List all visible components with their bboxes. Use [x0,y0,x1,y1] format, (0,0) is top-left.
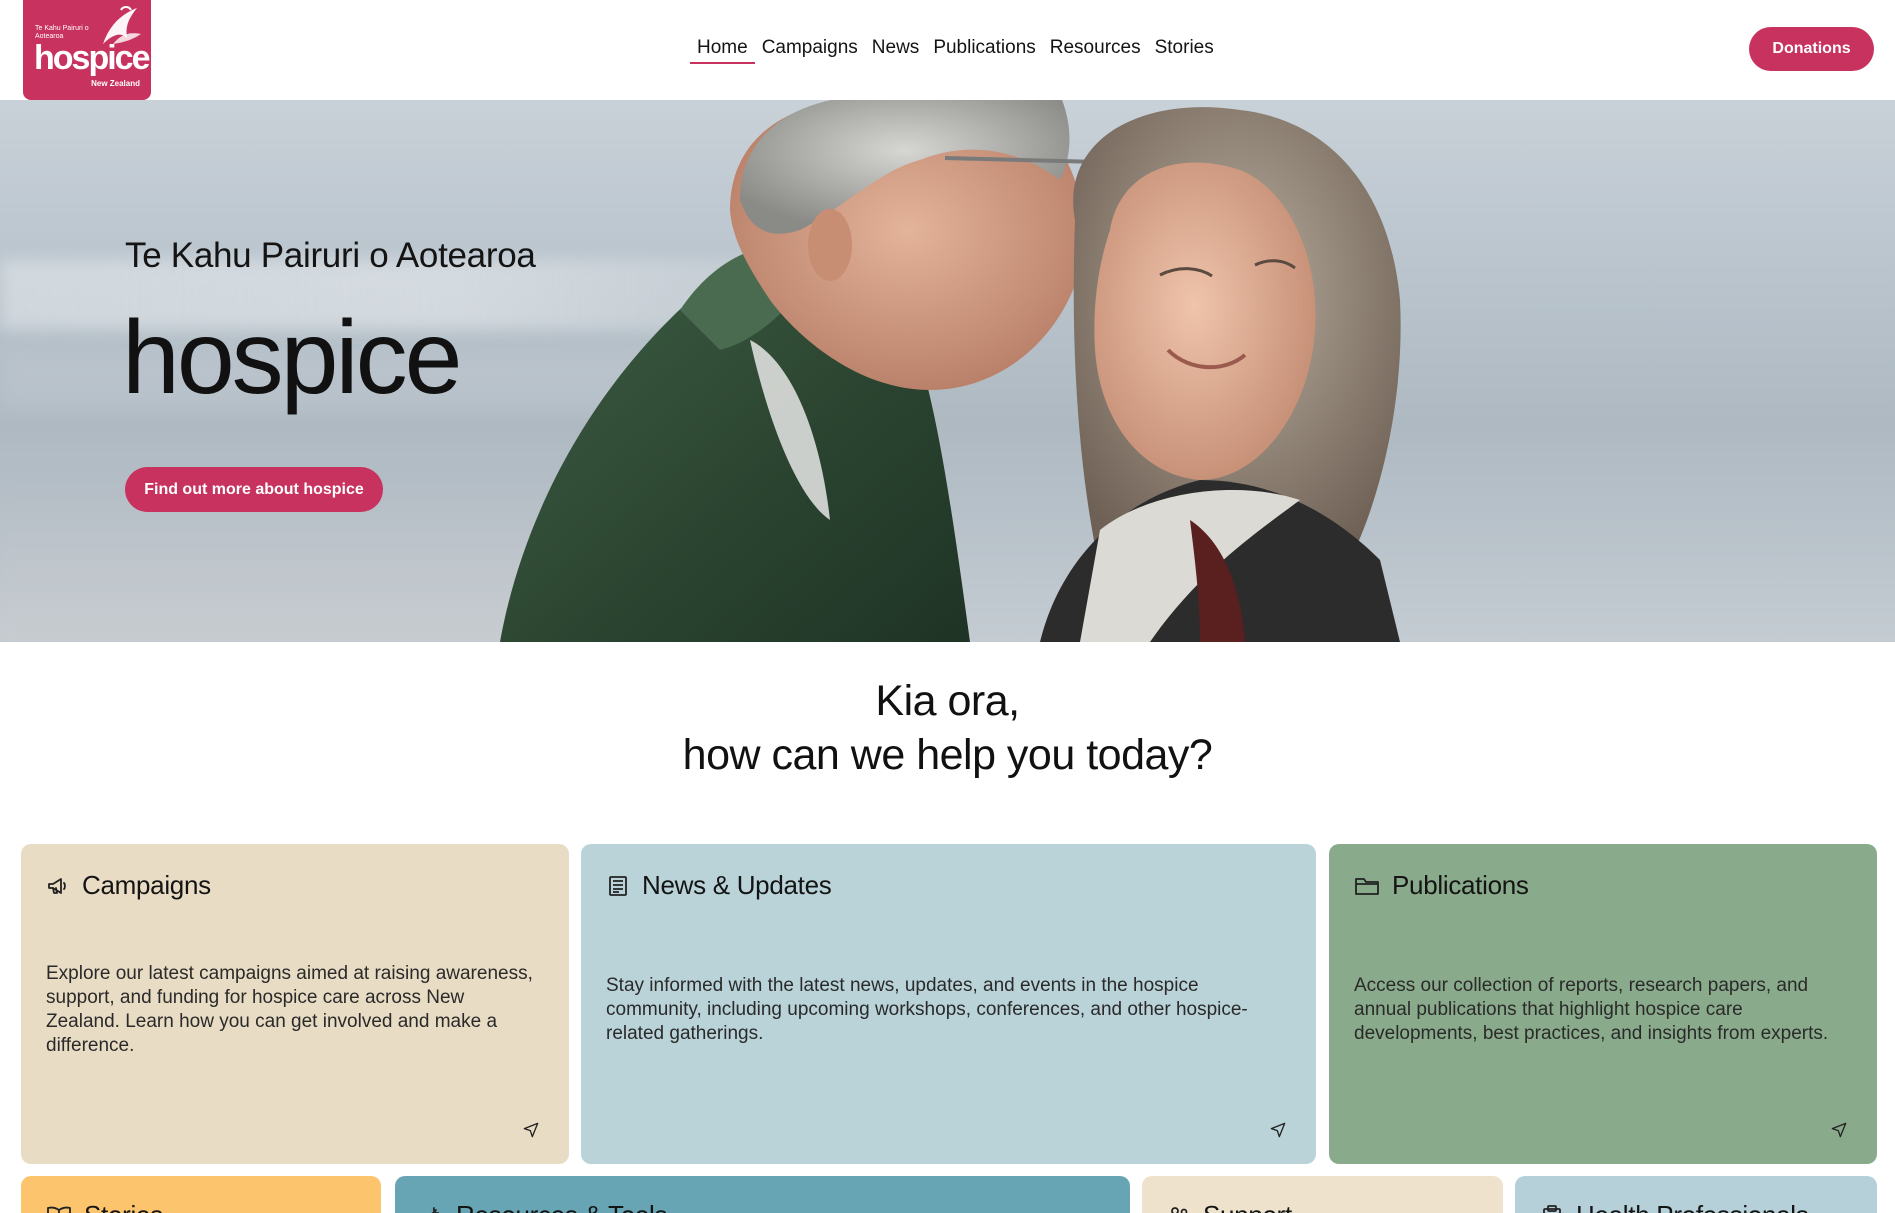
card-campaigns[interactable]: Campaigns Explore our latest campaigns a… [21,844,569,1164]
hero-couple-photo [500,100,1401,642]
folder-icon [1355,877,1379,895]
card-resources-tools[interactable]: Resources & Tools [395,1176,1130,1213]
card-header: Campaigns [46,870,211,901]
card-header: Stories [46,1200,163,1213]
nav-resources[interactable]: Resources [1043,36,1148,64]
card-title: Campaigns [82,870,211,900]
card-title: Health Professionals [1576,1200,1809,1213]
card-support[interactable]: Support [1142,1176,1503,1213]
newspaper-icon [609,875,627,896]
nav-news[interactable]: News [865,36,927,64]
card-health-professionals[interactable]: Health Professionals [1515,1176,1877,1213]
send-arrow-icon[interactable] [523,1122,539,1138]
megaphone-icon [48,877,66,894]
nav-publications[interactable]: Publications [926,36,1042,64]
greeting-line-1: Kia ora, [875,677,1020,725]
card-title: News & Updates [642,870,832,900]
hero-banner: Te Kahu Pairuri o Aotearoa hospice Find … [0,100,1895,642]
send-arrow-icon[interactable] [1270,1122,1286,1138]
card-description: Stay informed with the latest news, upda… [606,975,1248,1044]
people-icon [1171,1206,1188,1213]
greeting-heading: Kia ora, how can we help you today? [0,674,1895,782]
card-title: Publications [1392,870,1529,900]
card-header: Support [1167,1200,1292,1213]
hero-title: hospice [122,300,462,416]
card-news-updates[interactable]: News & Updates Stay informed with the la… [581,844,1316,1164]
donations-button[interactable]: Donations [1749,27,1874,71]
card-description: Explore our latest campaigns aimed at ra… [46,963,533,1056]
card-header: Health Professionals [1540,1200,1809,1213]
card-title: Support [1203,1200,1292,1213]
site-header: Te Kahu Pairuri o Aotearoa hospice New Z… [0,0,1895,100]
nav-stories[interactable]: Stories [1148,36,1221,64]
nav-home[interactable]: Home [690,36,755,64]
card-header: Resources & Tools [420,1200,668,1213]
card-header: Publications [1354,870,1529,901]
send-arrow-icon[interactable] [1831,1122,1847,1138]
main-nav: Home Campaigns News Publications Resourc… [690,36,1221,64]
book-icon [47,1206,71,1213]
logo-region: New Zealand [91,79,140,88]
clipboard-icon [1543,1204,1561,1213]
logo-wordmark: hospice [34,39,150,77]
greeting-line-2: how can we help you today? [682,731,1213,779]
tools-icon [431,1206,440,1213]
card-header: News & Updates [606,870,832,901]
card-description: Access our collection of reports, resear… [1354,975,1829,1044]
find-out-more-button[interactable]: Find out more about hospice [125,467,383,512]
card-stories[interactable]: Stories [21,1176,381,1213]
hero-subtitle: Te Kahu Pairuri o Aotearoa [125,236,536,275]
card-title: Resources & Tools [456,1200,668,1213]
hospice-logo[interactable]: Te Kahu Pairuri o Aotearoa hospice New Z… [23,0,151,100]
nav-campaigns[interactable]: Campaigns [755,36,865,64]
card-title: Stories [84,1200,163,1213]
card-publications[interactable]: Publications Access our collection of re… [1329,844,1877,1164]
